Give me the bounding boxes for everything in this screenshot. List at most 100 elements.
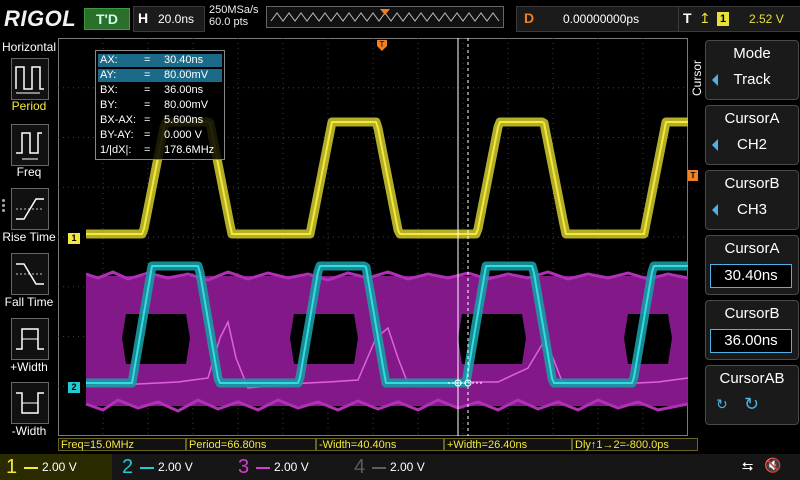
- channel-coupling-icon: [372, 467, 386, 469]
- channel-coupling-icon: [256, 467, 270, 469]
- softkey-cursorb-4[interactable]: CursorB↻36.00ns: [705, 300, 799, 360]
- menu-title-cursor: Cursor: [690, 60, 704, 97]
- frequency-icon: [16, 132, 42, 160]
- period-label: Period: [11, 99, 47, 113]
- speaker-muted-icon[interactable]: 🔇: [764, 457, 781, 474]
- cursor-readout-value: 80.00mV: [164, 69, 209, 81]
- memory-depth: 60.0 pts: [209, 16, 249, 28]
- trigger-position-icon: [380, 9, 390, 15]
- ch1-offset-marker[interactable]: 1: [68, 233, 80, 244]
- usb-icon: ⮀: [742, 458, 754, 474]
- cursor-readout-row: 1/|dX|: = 178.6MHz: [98, 144, 222, 157]
- channel-scale: 2.00 V: [274, 460, 309, 474]
- measurement-period[interactable]: Period=66.80ns: [186, 438, 316, 451]
- softkey-title: CursorA: [724, 110, 780, 127]
- freq-label: Freq: [16, 165, 42, 179]
- softkey-value: Track: [733, 71, 771, 88]
- brand-logo: RIGOL: [4, 6, 77, 31]
- negative-width-icon: [16, 392, 44, 414]
- rise-time-measure-button[interactable]: [11, 188, 49, 230]
- cursor-readout-panel: AX: = 30.40ns AY: = 80.00mV BX: = 36.00ns BY: = 80.…: [95, 50, 225, 160]
- horizontal-scale: 20.0ns: [158, 12, 195, 26]
- knob-icon: ↻: [744, 394, 760, 414]
- channel-number: 2: [122, 456, 134, 478]
- softkey-cursorab-5[interactable]: CursorAB ↻ ↻: [705, 365, 799, 425]
- softkey-mode-0[interactable]: Mode Track: [705, 40, 799, 100]
- trigger-source: 1: [717, 12, 729, 26]
- fall-time-measure-button[interactable]: [11, 253, 49, 295]
- cursor-readout-name: BY-AY:: [100, 129, 134, 141]
- softkey-cursora-3[interactable]: CursorA↻30.40ns: [705, 235, 799, 295]
- cursor-readout-name: 1/|dX|:: [100, 144, 132, 156]
- scroll-dots-icon: [2, 197, 8, 221]
- delay-box[interactable]: D 0.00000000ps: [516, 6, 698, 32]
- channel-2-button[interactable]: 2 2.00 V: [116, 454, 228, 480]
- memory-position-bar[interactable]: [266, 6, 504, 28]
- memory-waveform-icon: [270, 9, 500, 22]
- measurement-bar: Freq=15.0MHz Period=66.80ns -Width=40.40…: [58, 438, 698, 452]
- cursor-readout-equals: =: [144, 129, 151, 141]
- channel-number: 1: [6, 456, 18, 478]
- period-icon: [15, 66, 44, 94]
- softkey-title: Mode: [733, 45, 771, 62]
- trigger-box[interactable]: T ↥ 1 2.52 V: [678, 6, 800, 32]
- menu-title-horizontal: Horizontal: [1, 40, 57, 54]
- freq-measure-button[interactable]: [11, 124, 49, 166]
- delay-label: D: [524, 10, 535, 26]
- acquisition-info: 250MSa/s 60.0 pts: [209, 4, 259, 28]
- status-bar: RIGOL T'D H 20.0ns 250MSa/s 60.0 pts D 0…: [0, 0, 800, 36]
- cursor-readout-name: BY:: [100, 99, 118, 111]
- softkey-value: CH3: [736, 201, 767, 218]
- cursor-readout-equals: =: [144, 144, 151, 156]
- positive-width-measure-button[interactable]: [11, 318, 49, 360]
- trigger-position-letter: T: [380, 40, 385, 49]
- delay-value: 0.00000000ps: [563, 12, 640, 26]
- measurement-positive-width[interactable]: +Width=26.40ns: [444, 438, 572, 451]
- cursor-readout-equals: =: [144, 84, 151, 96]
- cursor-readout-equals: =: [144, 99, 151, 111]
- softkey-value: 30.40ns: [710, 264, 792, 288]
- channel-scale: 2.00 V: [42, 460, 77, 474]
- fall-time-icon: [16, 263, 44, 285]
- channel-number: 3: [238, 456, 250, 478]
- softkey-title: CursorB: [724, 175, 780, 192]
- negative-width-label: -Width: [11, 424, 47, 438]
- measurement-delay[interactable]: Dly↑1→2=-800.0ps: [572, 438, 698, 451]
- cursor-readout-value: 0.000 V: [164, 129, 202, 141]
- period-measure-button[interactable]: [11, 58, 49, 100]
- cursor-readout-value: 30.40ns: [164, 54, 204, 66]
- channel-4-button[interactable]: 4 2.00 V: [348, 454, 460, 480]
- positive-width-label: +Width: [10, 360, 48, 374]
- cursor-readout-name: AX:: [100, 54, 118, 66]
- trigger-label: T: [683, 10, 692, 26]
- channel-3-button[interactable]: 3 2.00 V: [232, 454, 344, 480]
- negative-width-measure-button[interactable]: [11, 382, 49, 424]
- cursor-readout-value: 178.6MHz: [164, 144, 215, 156]
- softkey-value: 36.00ns: [710, 329, 792, 353]
- fall-time-label: Fall Time: [4, 295, 54, 309]
- measurement-negative-width[interactable]: -Width=40.40ns: [316, 438, 444, 451]
- channel-number: 4: [354, 456, 366, 478]
- trigger-status-badge: T'D: [84, 8, 130, 30]
- rise-time-label: Rise Time: [2, 230, 56, 244]
- softkey-cursora-1[interactable]: CursorA CH2: [705, 105, 799, 165]
- softkey-title: CursorA: [724, 240, 780, 257]
- cursor-readout-name: BX-AX:: [100, 114, 137, 126]
- channel-coupling-icon: [140, 467, 154, 469]
- cursor-readout-value: 80.00mV: [164, 99, 209, 111]
- horizontal-label: H: [138, 10, 149, 26]
- measurement-freq[interactable]: Freq=15.0MHz: [58, 438, 186, 451]
- rise-time-icon: [16, 198, 44, 220]
- softkey-title: CursorAB: [719, 370, 785, 387]
- cursor-readout-equals: =: [144, 54, 151, 66]
- cursor-readout-row: AY: = 80.00mV: [98, 69, 222, 82]
- trigger-level-tag[interactable]: T: [688, 170, 698, 181]
- softkey-cursorb-2[interactable]: CursorB CH3: [705, 170, 799, 230]
- positive-width-icon: [16, 328, 44, 350]
- channel-scale: 2.00 V: [158, 460, 193, 474]
- ch2-offset-marker[interactable]: 2: [68, 382, 80, 393]
- horizontal-timebase[interactable]: H 20.0ns: [133, 6, 205, 32]
- channel-1-button[interactable]: 1 2.00 V: [0, 454, 112, 480]
- cursor-readout-row: BY-AY: = 0.000 V: [98, 129, 222, 142]
- cursor-readout-row: AX: = 30.40ns: [98, 54, 222, 67]
